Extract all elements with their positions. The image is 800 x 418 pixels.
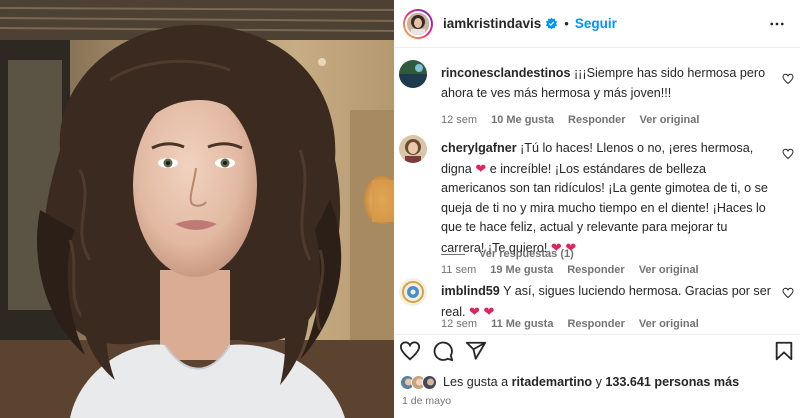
comment-username[interactable]: rinconesclandestinos: [441, 66, 570, 80]
comment-avatar-image: [399, 60, 427, 88]
comment-heart-icon[interactable]: [782, 73, 794, 85]
share-icon[interactable]: [465, 340, 487, 362]
comment-meta: 12 sem 11 Me gusta Responder Ver origina…: [441, 318, 699, 330]
comment-meta: 11 sem 19 Me gusta Responder Ver origina…: [441, 264, 699, 276]
comments-list[interactable]: rinconesclandestinos ¡¡¡Siempre has sido…: [394, 48, 800, 334]
author-avatar-image: [407, 12, 429, 35]
comment-time[interactable]: 11 sem: [441, 264, 476, 276]
likes-text: Les gusta a ritademartino y 133.641 pers…: [443, 375, 739, 389]
comment-avatar[interactable]: [399, 135, 427, 163]
likes-count[interactable]: 133.641 personas más: [605, 375, 739, 389]
reply-button[interactable]: Responder: [567, 264, 624, 276]
comment-likes[interactable]: 10 Me gusta: [491, 114, 554, 126]
comment-icon[interactable]: [432, 340, 454, 362]
post-side-panel: iamkristindavis • Seguir rinconesclandes…: [394, 0, 800, 418]
comment-content-continued: e increíble! ¡Los estándares de belleza …: [441, 161, 768, 255]
comment-avatar-image: [399, 135, 427, 163]
comment-likes[interactable]: 19 Me gusta: [490, 264, 553, 276]
comment-text: imblind59 Y así, sigues luciendo hermosa…: [441, 282, 771, 322]
author-username[interactable]: iamkristindavis: [443, 16, 541, 31]
comment-likes[interactable]: 11 Me gusta: [491, 318, 553, 330]
post-header: iamkristindavis • Seguir: [394, 0, 800, 48]
follow-button[interactable]: Seguir: [575, 16, 617, 31]
likes-summary: Les gusta a ritademartino y 133.641 pers…: [400, 372, 739, 392]
red-heart-emoji: ❤: [475, 160, 487, 176]
comment-text: rinconesclandestinos ¡¡¡Siempre has sido…: [441, 64, 771, 103]
post-photo-image: [0, 0, 394, 418]
comment-heart-icon[interactable]: [782, 287, 794, 299]
author-avatar[interactable]: [403, 8, 433, 39]
comment-avatar[interactable]: [399, 278, 427, 306]
replies-divider-line: [441, 253, 465, 255]
comment-meta: 12 sem 10 Me gusta Responder Ver origina…: [441, 114, 699, 126]
see-original-button[interactable]: Ver original: [640, 114, 700, 126]
see-original-button[interactable]: Ver original: [639, 318, 699, 330]
view-replies-label: Ver respuestas (1): [479, 248, 574, 260]
comment-heart-icon[interactable]: [782, 148, 794, 160]
bookmark-icon[interactable]: [773, 340, 795, 362]
verified-badge-icon: [546, 17, 558, 30]
reply-button[interactable]: Responder: [567, 318, 624, 330]
heart-icon[interactable]: [399, 340, 421, 362]
view-replies-button[interactable]: Ver respuestas (1): [441, 248, 574, 260]
more-options-icon[interactable]: [768, 15, 786, 33]
post-photo[interactable]: [0, 0, 394, 418]
post-actions-bar: [394, 334, 800, 366]
liker-username[interactable]: ritademartino: [512, 375, 592, 389]
comment-username[interactable]: imblind59: [441, 284, 500, 298]
comment-time[interactable]: 12 sem: [441, 318, 477, 330]
comment-avatar[interactable]: [399, 60, 427, 88]
comment-text: cherylgafner ¡Tú lo haces! Llenos o no, …: [441, 139, 771, 258]
likes-prefix: Les gusta a: [443, 375, 509, 389]
liker-avatar[interactable]: [422, 374, 437, 390]
comment-time[interactable]: 12 sem: [441, 114, 477, 126]
reply-button[interactable]: Responder: [568, 114, 625, 126]
see-original-button[interactable]: Ver original: [639, 264, 699, 276]
post-date[interactable]: 1 de mayo: [402, 395, 451, 407]
header-separator: •: [564, 16, 569, 31]
liker-avatar-image: [423, 375, 436, 389]
comment-username[interactable]: cherylgafner: [441, 141, 517, 155]
likes-conjunction: y: [595, 375, 602, 389]
comment-avatar-image: [399, 278, 427, 306]
red-hearts-emoji: ❤ ❤: [469, 303, 495, 319]
